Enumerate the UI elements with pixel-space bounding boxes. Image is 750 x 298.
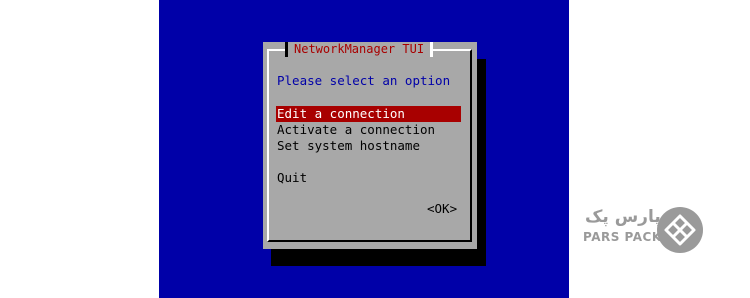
terminal-screen: NetworkManager TUI Please select an opti… — [159, 0, 569, 298]
parspack-watermark: پارس پک PARS PACK — [582, 205, 707, 255]
dialog-prompt: Please select an option — [277, 73, 451, 88]
menu-item-activate-connection[interactable]: Activate a connection — [276, 122, 461, 138]
menu-item-quit[interactable]: Quit — [276, 170, 461, 186]
menu-spacer — [276, 154, 461, 170]
page: NetworkManager TUI Please select an opti… — [0, 0, 750, 298]
menu-item-edit-connection[interactable]: Edit a connection — [276, 106, 461, 122]
ok-button[interactable]: <OK> — [427, 201, 457, 217]
dialog-title: NetworkManager TUI — [285, 42, 434, 57]
menu-item-set-hostname[interactable]: Set system hostname — [276, 138, 461, 154]
nmtui-dialog: NetworkManager TUI Please select an opti… — [263, 42, 477, 249]
brand-name-persian: پارس پک — [585, 207, 661, 227]
parspack-logo-icon — [657, 207, 703, 253]
option-menu: Edit a connection Activate a connection … — [276, 106, 461, 186]
brand-name-english: PARS PACK — [583, 230, 662, 244]
